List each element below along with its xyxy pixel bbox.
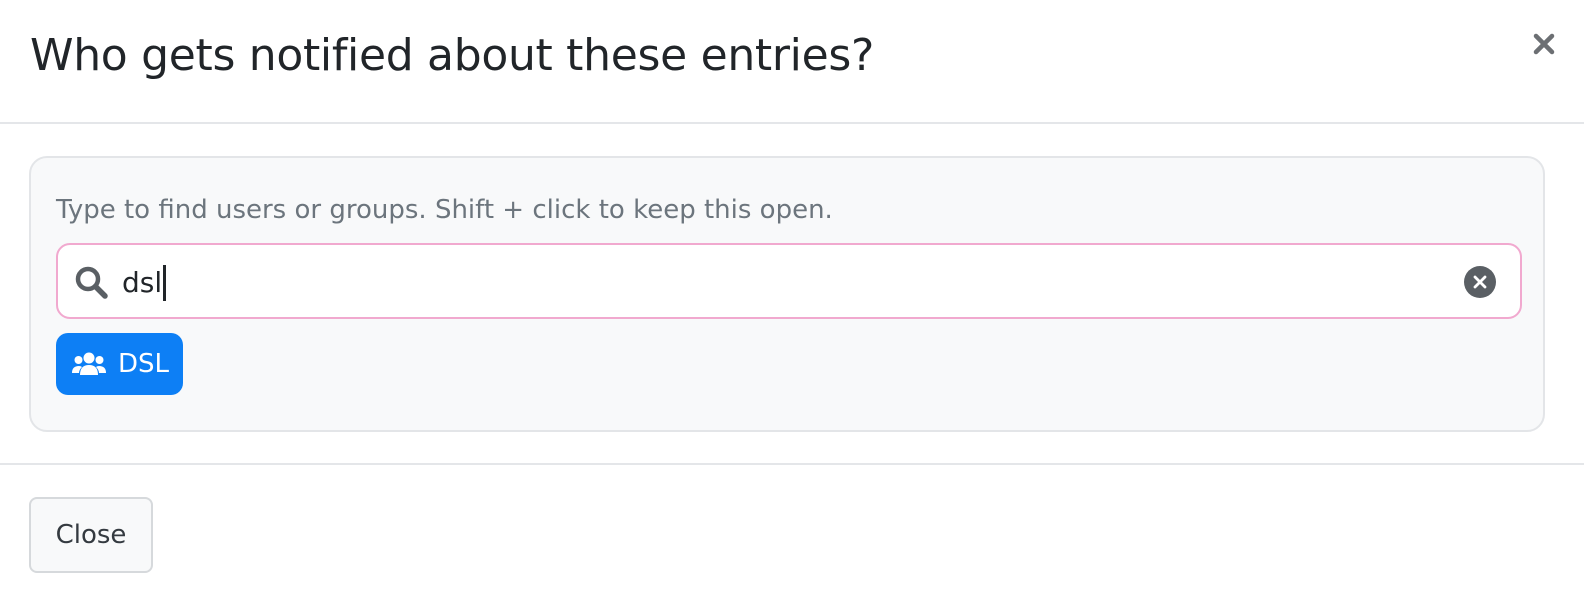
clear-circle-icon (1473, 275, 1487, 289)
search-value: dsl (122, 266, 163, 299)
modal-close-button[interactable] (1524, 24, 1564, 64)
footer-divider (0, 463, 1584, 465)
search-input[interactable]: dsl (56, 243, 1522, 319)
search-value-wrap[interactable]: dsl (122, 261, 167, 305)
text-caret (163, 265, 167, 301)
finder-hint: Type to find users or groups. Shift + cl… (56, 195, 833, 225)
modal-title: Who gets notified about these entries? (30, 30, 875, 81)
result-chip-label: DSL (118, 349, 170, 379)
close-icon (1533, 33, 1555, 55)
group-icon (72, 352, 106, 375)
result-chip-dsl[interactable]: DSL (56, 333, 183, 395)
notify-modal: Who gets notified about these entries? T… (0, 0, 1584, 600)
recipient-finder-panel: Type to find users or groups. Shift + cl… (29, 156, 1545, 432)
close-button[interactable]: Close (29, 497, 153, 573)
search-icon (75, 266, 108, 299)
clear-search-button[interactable] (1464, 266, 1496, 298)
modal-header: Who gets notified about these entries? (0, 0, 1584, 124)
